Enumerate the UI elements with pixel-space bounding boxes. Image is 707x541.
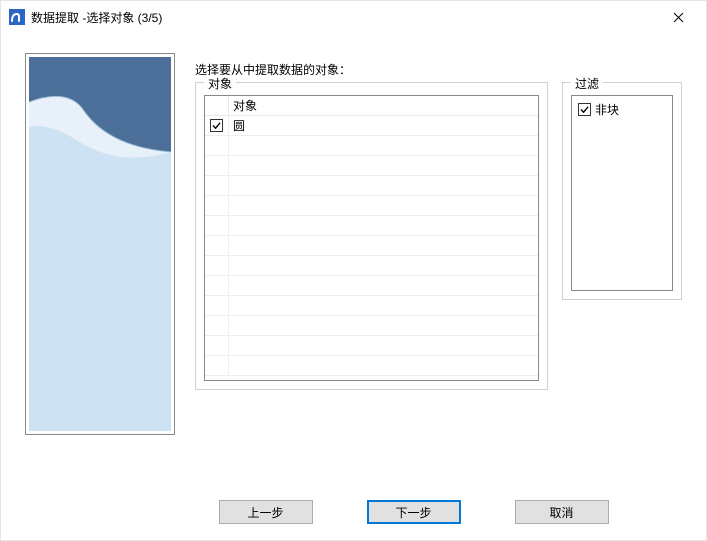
- back-button[interactable]: 上一步: [219, 500, 313, 524]
- filter-group-legend: 过滤: [571, 75, 603, 92]
- filter-group: 过滤 非块: [562, 82, 682, 300]
- filter-list: 非块: [571, 95, 673, 291]
- objects-list[interactable]: 对象 圆: [204, 95, 539, 381]
- objects-row-checkbox[interactable]: [210, 119, 223, 132]
- close-button[interactable]: [658, 2, 698, 32]
- instruction-label: 选择要从中提取数据的对象：: [195, 61, 682, 78]
- page-fold-graphic: [29, 57, 171, 431]
- objects-row-checkcell[interactable]: [205, 116, 229, 135]
- objects-header-label: 对象: [229, 96, 538, 116]
- objects-list-row[interactable]: 圆: [205, 116, 538, 136]
- dialog-window: 数据提取 -选择对象 (3/5) 选择要从中提取数据的对象： 对象: [0, 0, 707, 541]
- page-preview: [29, 57, 171, 431]
- objects-row-label: 圆: [229, 116, 538, 136]
- columns: 对象 对象 圆: [195, 82, 682, 484]
- body-area: 选择要从中提取数据的对象： 对象 对象 圆: [1, 33, 706, 484]
- filter-item-checkbox[interactable]: [578, 103, 591, 116]
- objects-group-legend: 对象: [204, 75, 236, 92]
- objects-header-checkcol: [205, 96, 229, 115]
- objects-group: 对象 对象 圆: [195, 82, 548, 390]
- close-icon: [673, 12, 684, 23]
- right-content: 选择要从中提取数据的对象： 对象 对象 圆: [195, 53, 682, 484]
- cancel-button[interactable]: 取消: [515, 500, 609, 524]
- preview-panel: [25, 53, 175, 435]
- next-button[interactable]: 下一步: [367, 500, 461, 524]
- window-title: 数据提取 -选择对象 (3/5): [31, 9, 658, 26]
- filter-item-label: 非块: [595, 101, 619, 118]
- filter-item[interactable]: 非块: [578, 100, 666, 118]
- button-row: 上一步 下一步 取消: [1, 484, 706, 540]
- app-icon: [9, 9, 25, 25]
- titlebar: 数据提取 -选择对象 (3/5): [1, 1, 706, 33]
- objects-list-header: 对象: [205, 96, 538, 116]
